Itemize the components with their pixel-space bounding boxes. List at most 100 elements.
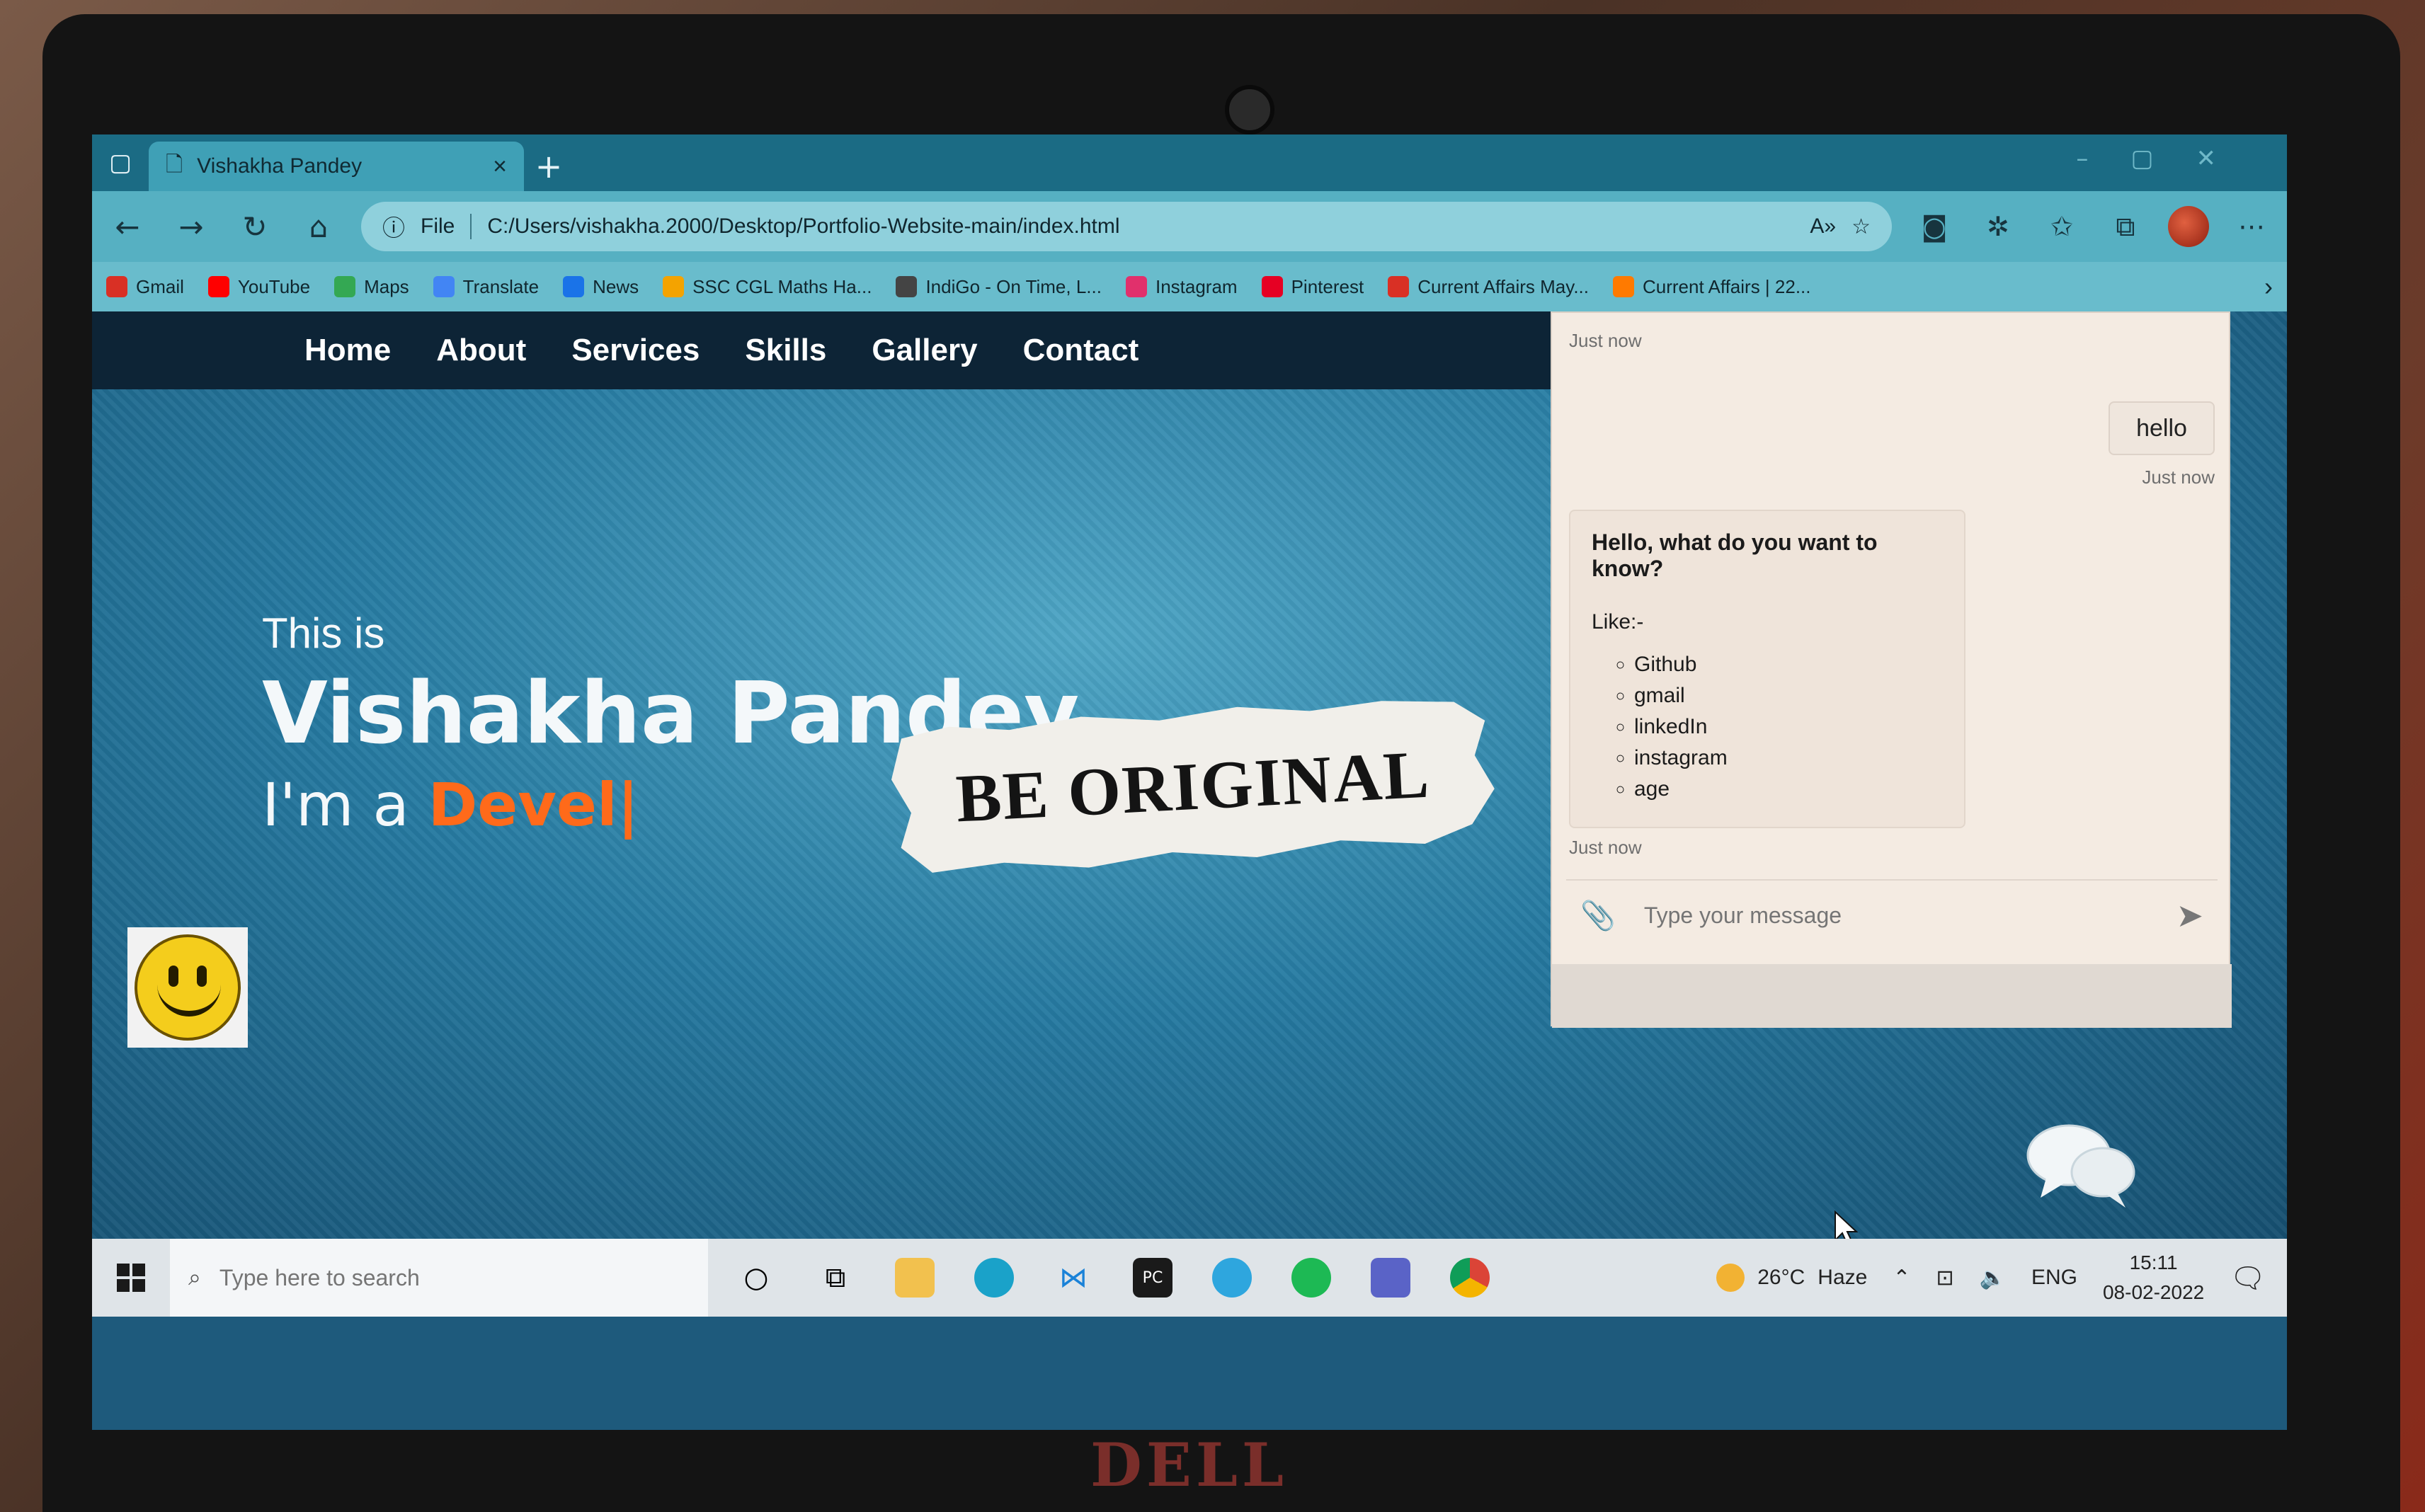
chevron-right-icon[interactable]: ›: [2264, 272, 2273, 302]
network-icon[interactable]: ⊡: [1936, 1266, 1953, 1290]
favorite-add-icon[interactable]: ☆: [1851, 214, 1871, 239]
spotify-icon[interactable]: [1291, 1258, 1331, 1298]
bookmark-item[interactable]: Gmail: [106, 276, 184, 298]
typing-cursor: |: [617, 770, 639, 840]
nav-link-services[interactable]: Services: [571, 333, 700, 368]
nav-link-gallery[interactable]: Gallery: [872, 333, 977, 368]
bookmark-item[interactable]: Instagram: [1125, 275, 1238, 298]
page-icon: 🗋: [166, 152, 183, 176]
chat-launcher-icon[interactable]: [2025, 1118, 2138, 1210]
chat-footer: [1552, 964, 2232, 1028]
bot-message-bubble: Hello, what do you want to know? Like:- …: [1569, 510, 1965, 828]
bot-option-item: Github: [1634, 653, 1943, 677]
bookmark-favicon-icon: [106, 276, 127, 297]
nav-link-contact[interactable]: Contact: [1023, 333, 1139, 368]
home-icon[interactable]: ⌂: [297, 205, 340, 248]
favorites-icon[interactable]: ✩: [2041, 205, 2083, 248]
nav-link-home[interactable]: Home: [304, 333, 391, 368]
window-controls[interactable]: –▢✕: [2076, 144, 2259, 173]
taskbar-search[interactable]: ⌕: [170, 1239, 708, 1317]
send-icon[interactable]: ➤: [2176, 896, 2203, 934]
bookmark-label: Maps: [364, 275, 409, 297]
profile-avatar[interactable]: [2168, 206, 2209, 247]
tab-close-icon[interactable]: ×: [493, 153, 507, 181]
chevron-up-icon[interactable]: ⌃: [1893, 1266, 1910, 1290]
address-bar[interactable]: ⓘ File C:/Users/vishakha.2000/Desktop/Po…: [361, 202, 1892, 251]
bookmark-item[interactable]: News: [563, 276, 639, 298]
nav-link-about[interactable]: About: [436, 333, 526, 368]
chatbot-window: Just now hello Just now Hello, what do y…: [1551, 311, 2232, 1028]
weather-condition: Haze: [1818, 1266, 1868, 1289]
bookmarks-bar: Gmail YouTube Maps Translate News SSC CGL Mat…: [92, 262, 2287, 311]
chrome-icon[interactable]: [1450, 1258, 1490, 1298]
start-button[interactable]: [92, 1239, 170, 1317]
clock-date: 08-02-2022: [2102, 1281, 2205, 1303]
nav-link-skills[interactable]: Skills: [745, 333, 826, 368]
bookmark-item[interactable]: SSC CGL Maths Ha...: [663, 276, 872, 298]
bookmark-favicon-icon: [896, 276, 918, 297]
windows-taskbar: ⌕ ○ ⧉ ⋈ PC 26°C Haze ⌃ ⊡ 🔈 ENG: [92, 1239, 2287, 1317]
file-explorer-icon[interactable]: [895, 1258, 935, 1298]
chat-message-input[interactable]: [1643, 890, 2148, 940]
banner-text: BE ORIGINAL: [954, 735, 1432, 836]
volume-icon[interactable]: 🔈: [1980, 1266, 2006, 1290]
laptop-screen: ▢ 🗋 Vishakha Pandey × + –▢✕ ← → ↻ ⌂ ⓘ Fi…: [92, 134, 2287, 1430]
forward-icon[interactable]: →: [170, 205, 212, 248]
bookmark-favicon-icon: [1613, 276, 1634, 297]
bot-question: Hello, what do you want to know?: [1592, 529, 1878, 581]
user-message-bubble: hello: [2109, 401, 2215, 455]
bookmark-item[interactable]: YouTube: [207, 276, 310, 298]
bookmark-favicon-icon: [1261, 276, 1283, 297]
task-view-icon[interactable]: ⧉: [816, 1258, 855, 1298]
telegram-icon[interactable]: [1212, 1258, 1252, 1298]
info-icon[interactable]: ⓘ: [382, 210, 405, 243]
pycharm-icon[interactable]: PC: [1133, 1258, 1172, 1298]
bookmark-label: IndiGo - On Time, L...: [925, 275, 1102, 297]
notification-icon[interactable]: 🗨: [2230, 1261, 2266, 1295]
bookmark-favicon-icon: [1388, 276, 1410, 297]
webcam: [1225, 85, 1274, 134]
bookmark-favicon-icon: [207, 276, 229, 297]
collections-icon[interactable]: ⧉: [2104, 205, 2147, 248]
bookmark-item[interactable]: Pinterest: [1261, 275, 1364, 298]
back-icon[interactable]: ←: [106, 205, 149, 248]
smiley-image: [127, 927, 248, 1048]
cortana-icon[interactable]: ○: [736, 1258, 776, 1298]
teams-icon[interactable]: [1371, 1258, 1410, 1298]
address-separator: [470, 214, 472, 239]
bookmark-item[interactable]: Current Affairs May...: [1388, 276, 1589, 298]
taskbar-search-input[interactable]: [219, 1264, 644, 1291]
weather-widget[interactable]: 26°C Haze: [1716, 1264, 1867, 1292]
bookmark-item[interactable]: Current Affairs | 22...: [1613, 276, 1811, 298]
attachment-icon[interactable]: 📎: [1580, 899, 1616, 932]
tab-actions-icon[interactable]: ▢: [92, 134, 149, 191]
bookmark-item[interactable]: Translate: [433, 276, 539, 298]
url-text[interactable]: C:/Users/vishakha.2000/Desktop/Portfolio…: [487, 214, 1794, 239]
windows-logo-icon: [117, 1264, 145, 1292]
bookmark-item[interactable]: Maps: [334, 276, 409, 298]
refresh-icon[interactable]: ↻: [234, 205, 276, 248]
chat-input-bar: 📎 ➤: [1566, 879, 2218, 950]
bookmark-label: Instagram: [1155, 275, 1238, 297]
browser-tab-active[interactable]: 🗋 Vishakha Pandey ×: [149, 142, 524, 191]
tab-title: Vishakha Pandey: [197, 154, 363, 178]
read-aloud-icon[interactable]: A»: [1810, 214, 1836, 239]
extensions-icon[interactable]: ✲: [1977, 205, 2019, 248]
language-indicator[interactable]: ENG: [2031, 1266, 2077, 1290]
vscode-icon[interactable]: ⋈: [1054, 1258, 1093, 1298]
bot-options-list: Github gmail linkedIn instagram age: [1634, 653, 1943, 801]
bookmark-item[interactable]: IndiGo - On Time, L...: [896, 276, 1102, 298]
address-prefix: File: [421, 214, 455, 238]
more-menu-icon[interactable]: ⋯: [2230, 205, 2273, 248]
bot-like-label: Like:-: [1592, 610, 1644, 634]
bookmark-label: Pinterest: [1291, 275, 1364, 297]
bookmark-label: Current Affairs | 22...: [1643, 275, 1811, 297]
edge-icon[interactable]: [974, 1258, 1014, 1298]
new-tab-button[interactable]: +: [524, 142, 574, 191]
bookmark-label: Gmail: [136, 275, 184, 297]
role-typed-text: Devel: [428, 770, 617, 840]
bot-option-item: instagram: [1634, 746, 1943, 770]
site-navbar: Home About Services Skills Gallery Contact: [92, 311, 1565, 389]
clock[interactable]: 15:11 08-02-2022: [2103, 1248, 2204, 1307]
screenshot-icon[interactable]: ◙: [1913, 205, 1956, 248]
